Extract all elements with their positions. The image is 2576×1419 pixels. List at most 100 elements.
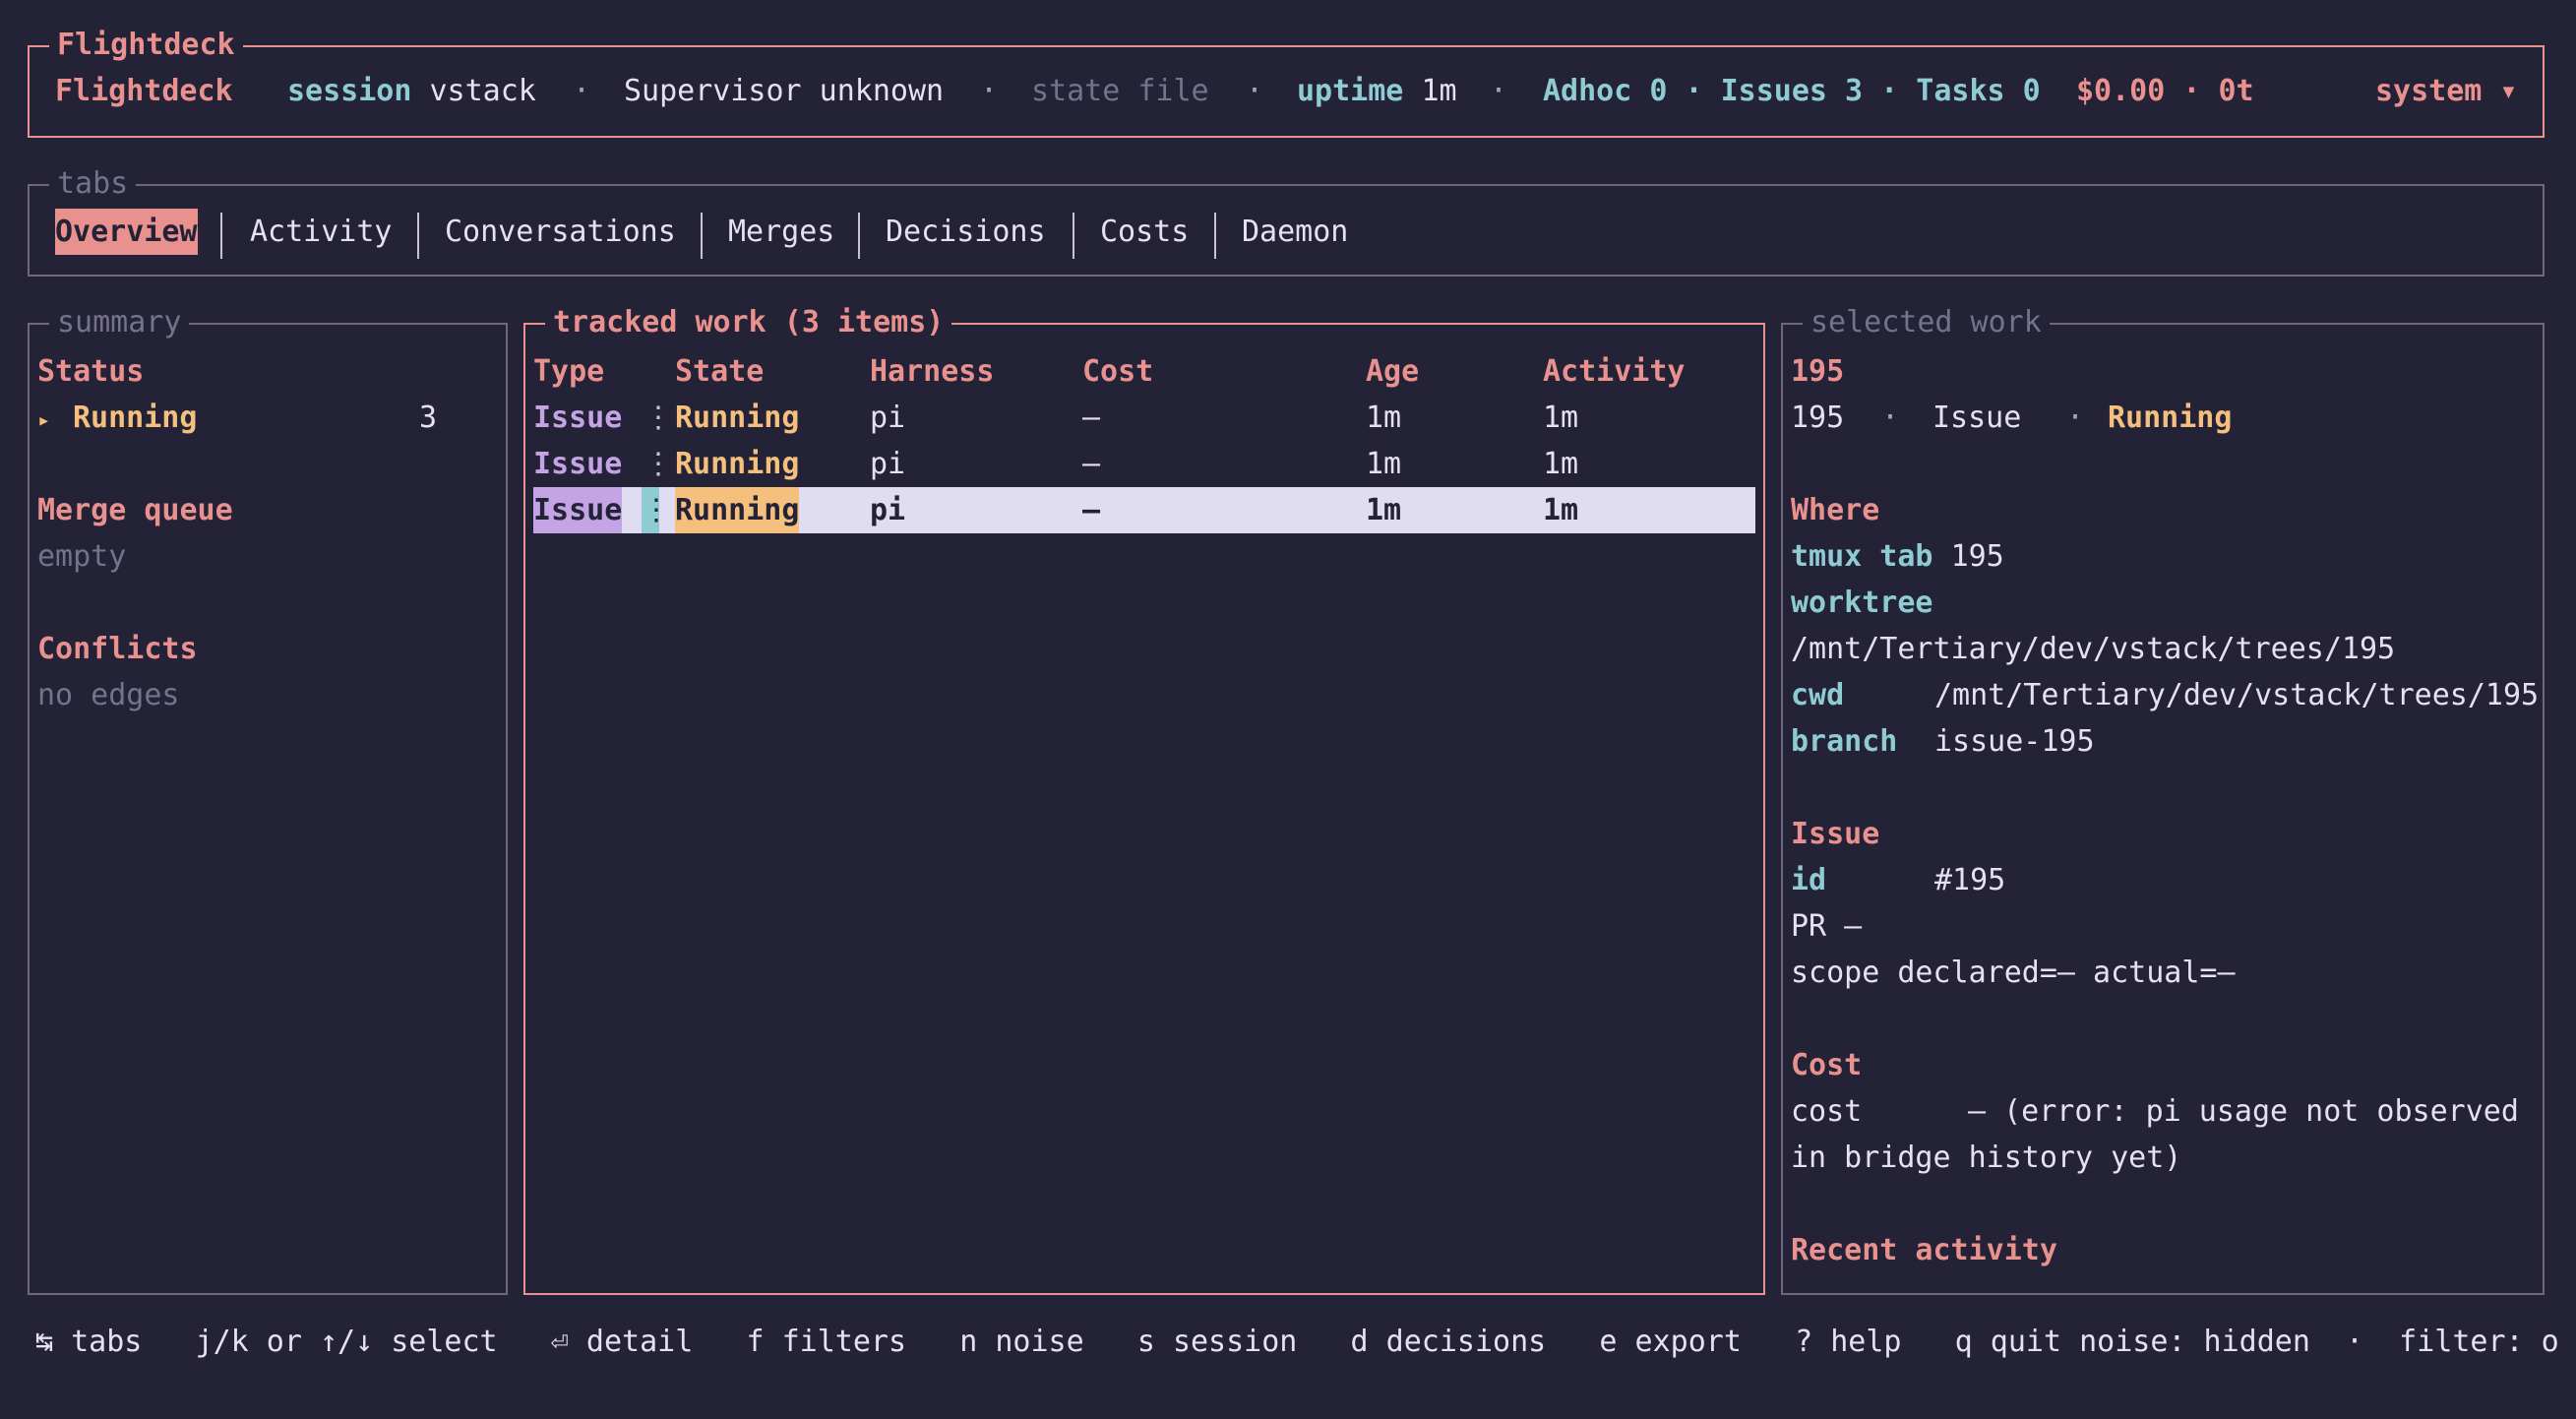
tab-costs[interactable]: Costs [1100, 209, 1189, 255]
session-info: session vstack [287, 68, 536, 114]
drag-handle-icon[interactable]: ⋮ [642, 487, 671, 533]
session-value: vstack [429, 74, 536, 108]
cost-value: — (error: pi usage not observed [1968, 1094, 2519, 1129]
column-header-age[interactable]: Age [1366, 348, 1419, 395]
cwd-value: /mnt/Tertiary/dev/vstack/trees/195 [1934, 678, 2540, 712]
summary-sep: · [1881, 401, 1900, 435]
supervisor-status: Supervisor unknown [624, 74, 945, 108]
summary-pane: summary Status ▸ Running 3 Merge queue e… [28, 299, 508, 1295]
row-activity: 1m [1543, 493, 1579, 527]
where-heading: Where [1791, 493, 1880, 527]
summary-sep: · [2066, 401, 2085, 435]
cwd-key: cwd [1791, 678, 1845, 712]
row-type: Issue [533, 401, 623, 435]
tab-separator [701, 213, 703, 259]
status-count: 3 [419, 401, 438, 435]
drag-handle-icon[interactable]: ⋮ [644, 441, 673, 487]
selected-summary: 195 · Issue · Running [1791, 395, 2232, 441]
summary-pane-title: summary [49, 299, 190, 345]
summary-id: 195 [1791, 401, 1845, 435]
merge-queue-heading: Merge queue [37, 493, 233, 527]
row-harness: pi [870, 493, 906, 527]
issue-heading: Issue [1791, 817, 1880, 851]
selected-work-pane: selected work 195 195 · Issue · Running … [1781, 299, 2545, 1295]
header-sep-4: · [1490, 74, 1508, 108]
uptime-key: uptime [1297, 74, 1404, 108]
tab-separator [858, 213, 860, 259]
cost-total: $0.00 · 0t [2076, 74, 2254, 108]
tab-separator [1073, 213, 1074, 259]
tracked-work-pane: tracked work (3 items) Type State Harnes… [523, 299, 1765, 1295]
tabs-pane: tabs Overview Activity Conversations Mer… [28, 160, 2545, 277]
selected-id: 195 [1791, 354, 1845, 389]
header-pane-title: Flightdeck [49, 22, 243, 68]
status-running-row[interactable]: ▸ Running 3 [37, 395, 490, 441]
tab-merges[interactable]: Merges [728, 209, 834, 255]
recent-activity-heading: Recent activity [1791, 1233, 2057, 1267]
table-row-selected[interactable]: Issue ⋮ Running pi — 1m 1m [533, 487, 1755, 533]
row-type: Issue [533, 447, 623, 481]
branch-value: issue-195 [1934, 724, 2095, 759]
tab-separator [417, 213, 419, 259]
worktree-value: /mnt/Tertiary/dev/vstack/trees/195 [1791, 632, 2396, 666]
row-state: Running [675, 447, 800, 481]
column-header-cost[interactable]: Cost [1082, 348, 1153, 395]
tracked-work-title: tracked work (3 items) [545, 299, 952, 345]
tab-conversations[interactable]: Conversations [445, 209, 676, 255]
tab-separator [1214, 213, 1216, 259]
work-counts: Adhoc 0 · Issues 3 · Tasks 0 [1543, 74, 2041, 108]
tab-decisions[interactable]: Decisions [886, 209, 1046, 255]
conflicts-value: no edges [37, 678, 180, 712]
cost-value-cont: in bridge history yet) [1791, 1141, 2182, 1175]
status-label: Running [73, 401, 198, 435]
row-harness: pi [870, 447, 906, 481]
header-sep-2: · [980, 74, 999, 108]
caret-right-icon: ▸ [37, 408, 51, 433]
header-pane: Flightdeck Flightdeck session vstack · S… [28, 22, 2545, 138]
row-cost: — [1082, 447, 1101, 481]
tab-separator [220, 213, 222, 259]
conflicts-heading: Conflicts [37, 632, 198, 666]
cost-key: cost [1791, 1094, 1863, 1129]
row-activity: 1m [1543, 447, 1579, 481]
column-header-state[interactable]: State [675, 348, 764, 395]
drag-handle-icon[interactable]: ⋮ [644, 395, 673, 441]
keybinding-hints: ↹ tabs j/k or ↑/↓ select ⏎ detail f filt… [35, 1325, 2559, 1359]
state-file-status: state file [1031, 74, 1209, 108]
system-menu[interactable]: system ▾ [2375, 68, 2518, 114]
table-row[interactable]: Issue ⋮ Running pi — 1m 1m [533, 441, 1755, 487]
tab-activity[interactable]: Activity [250, 209, 393, 255]
cost-heading: Cost [1791, 1048, 1863, 1082]
column-header-activity[interactable]: Activity [1543, 348, 1686, 395]
tab-overview[interactable]: Overview [55, 209, 198, 255]
row-age: 1m [1366, 493, 1402, 527]
column-header-harness[interactable]: Harness [870, 348, 994, 395]
column-header-type[interactable]: Type [533, 348, 604, 395]
issue-id-value: #195 [1934, 863, 2006, 897]
tmux-tab-value: 195 [1950, 539, 2004, 574]
status-heading: Status [37, 354, 145, 389]
pr-line: PR — [1791, 909, 1863, 944]
selected-work-title: selected work [1803, 299, 2050, 345]
row-state: Running [675, 401, 800, 435]
tabs-pane-title: tabs [49, 160, 137, 207]
row-type: Issue [533, 487, 622, 533]
row-harness: pi [870, 401, 906, 435]
header-bar: Flightdeck [55, 68, 233, 114]
table-row[interactable]: Issue ⋮ Running pi — 1m 1m [533, 395, 1755, 441]
app-name: Flightdeck [55, 74, 233, 108]
row-age: 1m [1366, 447, 1402, 481]
branch-key: branch [1791, 724, 1898, 759]
row-state: Running [675, 487, 799, 533]
header-sep-1: · [573, 74, 591, 108]
session-key: session [287, 74, 412, 108]
tmux-tab-row: tmux tab 195 [1791, 533, 2004, 580]
merge-queue-value: empty [37, 539, 127, 574]
issue-id-key: id [1791, 863, 1827, 897]
tab-daemon[interactable]: Daemon [1242, 209, 1348, 255]
uptime-info: uptime 1m [1297, 68, 1457, 114]
row-activity: 1m [1543, 401, 1579, 435]
tmux-tab-key: tmux tab [1791, 539, 1933, 574]
keybinding-footer: ↹ tabs j/k or ↑/↓ select ⏎ detail f filt… [0, 1319, 2576, 1365]
row-cost: — [1082, 493, 1101, 527]
